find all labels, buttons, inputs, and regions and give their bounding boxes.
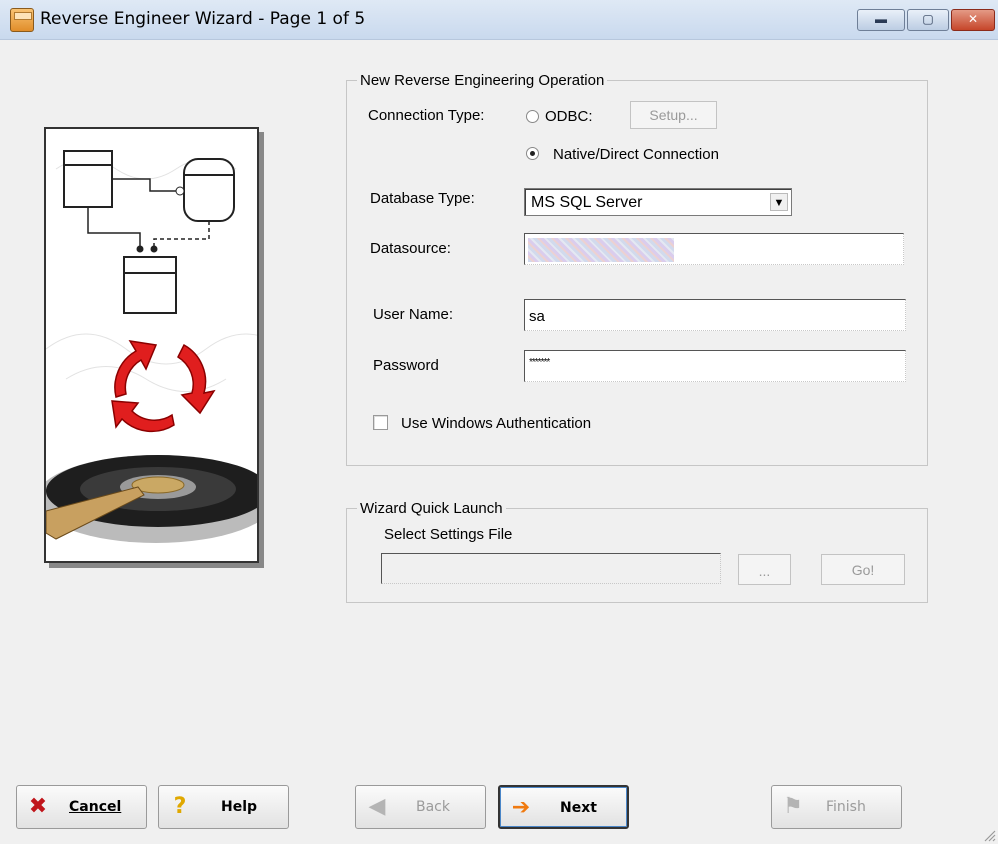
window-title: Reverse Engineer Wizard - Page 1 of 5 <box>40 9 366 29</box>
minimize-button[interactable]: ▬ <box>857 9 905 31</box>
database-type-select[interactable]: MS SQL Server ▼ <box>524 188 792 216</box>
help-button[interactable]: ? Help <box>158 785 289 829</box>
finish-button[interactable]: ⚑ Finish <box>771 785 902 829</box>
password-label: Password <box>373 357 439 374</box>
next-button[interactable]: ➔ Next <box>498 785 629 829</box>
cancel-label: Cancel <box>69 799 122 815</box>
password-value: ******* <box>529 357 550 368</box>
finish-label: Finish <box>826 799 866 815</box>
close-x-icon: ✖ <box>28 794 48 819</box>
next-label: Next <box>560 800 597 816</box>
arrow-right-icon: ➔ <box>511 795 531 820</box>
odbc-label: ODBC: <box>545 108 593 125</box>
setup-button[interactable]: Setup... <box>630 101 717 129</box>
new-operation-legend: New Reverse Engineering Operation <box>360 72 605 89</box>
windows-auth-checkbox[interactable] <box>373 415 388 430</box>
close-button[interactable]: ✕ <box>951 9 995 31</box>
title-bar: Reverse Engineer Wizard - Page 1 of 5 ▬ … <box>0 0 998 40</box>
browse-button[interactable]: ... <box>738 554 791 585</box>
user-name-value: sa <box>529 308 545 325</box>
connection-type-label: Connection Type: <box>368 107 485 124</box>
reverse-engineering-illustration <box>46 150 257 543</box>
datasource-label: Datasource: <box>370 240 451 257</box>
database-type-label: Database Type: <box>370 190 475 207</box>
arrow-left-icon: ◀ <box>368 794 386 819</box>
cancel-button[interactable]: ✖ Cancel <box>16 785 147 829</box>
user-name-input[interactable]: sa <box>524 299 906 331</box>
help-label: Help <box>221 799 258 815</box>
back-label: Back <box>416 799 450 815</box>
chevron-down-icon[interactable]: ▼ <box>770 193 788 211</box>
native-connection-label: Native/Direct Connection <box>553 146 719 163</box>
quick-launch-legend: Wizard Quick Launch <box>360 500 503 517</box>
password-input[interactable]: ******* <box>524 350 906 382</box>
maximize-button[interactable]: ▢ <box>907 9 949 31</box>
quick-launch-group: Wizard Quick Launch <box>346 500 928 603</box>
question-mark-icon: ? <box>173 794 187 819</box>
datasource-redacted-value <box>528 238 674 262</box>
user-name-label: User Name: <box>373 306 454 323</box>
checkered-flag-icon: ⚑ <box>783 794 803 819</box>
settings-file-input[interactable] <box>381 553 721 584</box>
native-connection-radio[interactable] <box>526 147 539 160</box>
settings-file-label: Select Settings File <box>384 526 513 543</box>
database-type-value: MS SQL Server <box>531 194 643 211</box>
wizard-illustration <box>44 127 259 563</box>
datasource-field[interactable] <box>524 233 904 265</box>
go-button[interactable]: Go! <box>821 554 905 585</box>
odbc-radio[interactable] <box>526 110 539 123</box>
app-icon <box>10 8 34 32</box>
windows-auth-label: Use Windows Authentication <box>401 415 592 432</box>
back-button[interactable]: ◀ Back <box>355 785 486 829</box>
new-operation-group: New Reverse Engineering Operation <box>346 72 928 466</box>
resize-grip-icon[interactable] <box>982 828 996 842</box>
